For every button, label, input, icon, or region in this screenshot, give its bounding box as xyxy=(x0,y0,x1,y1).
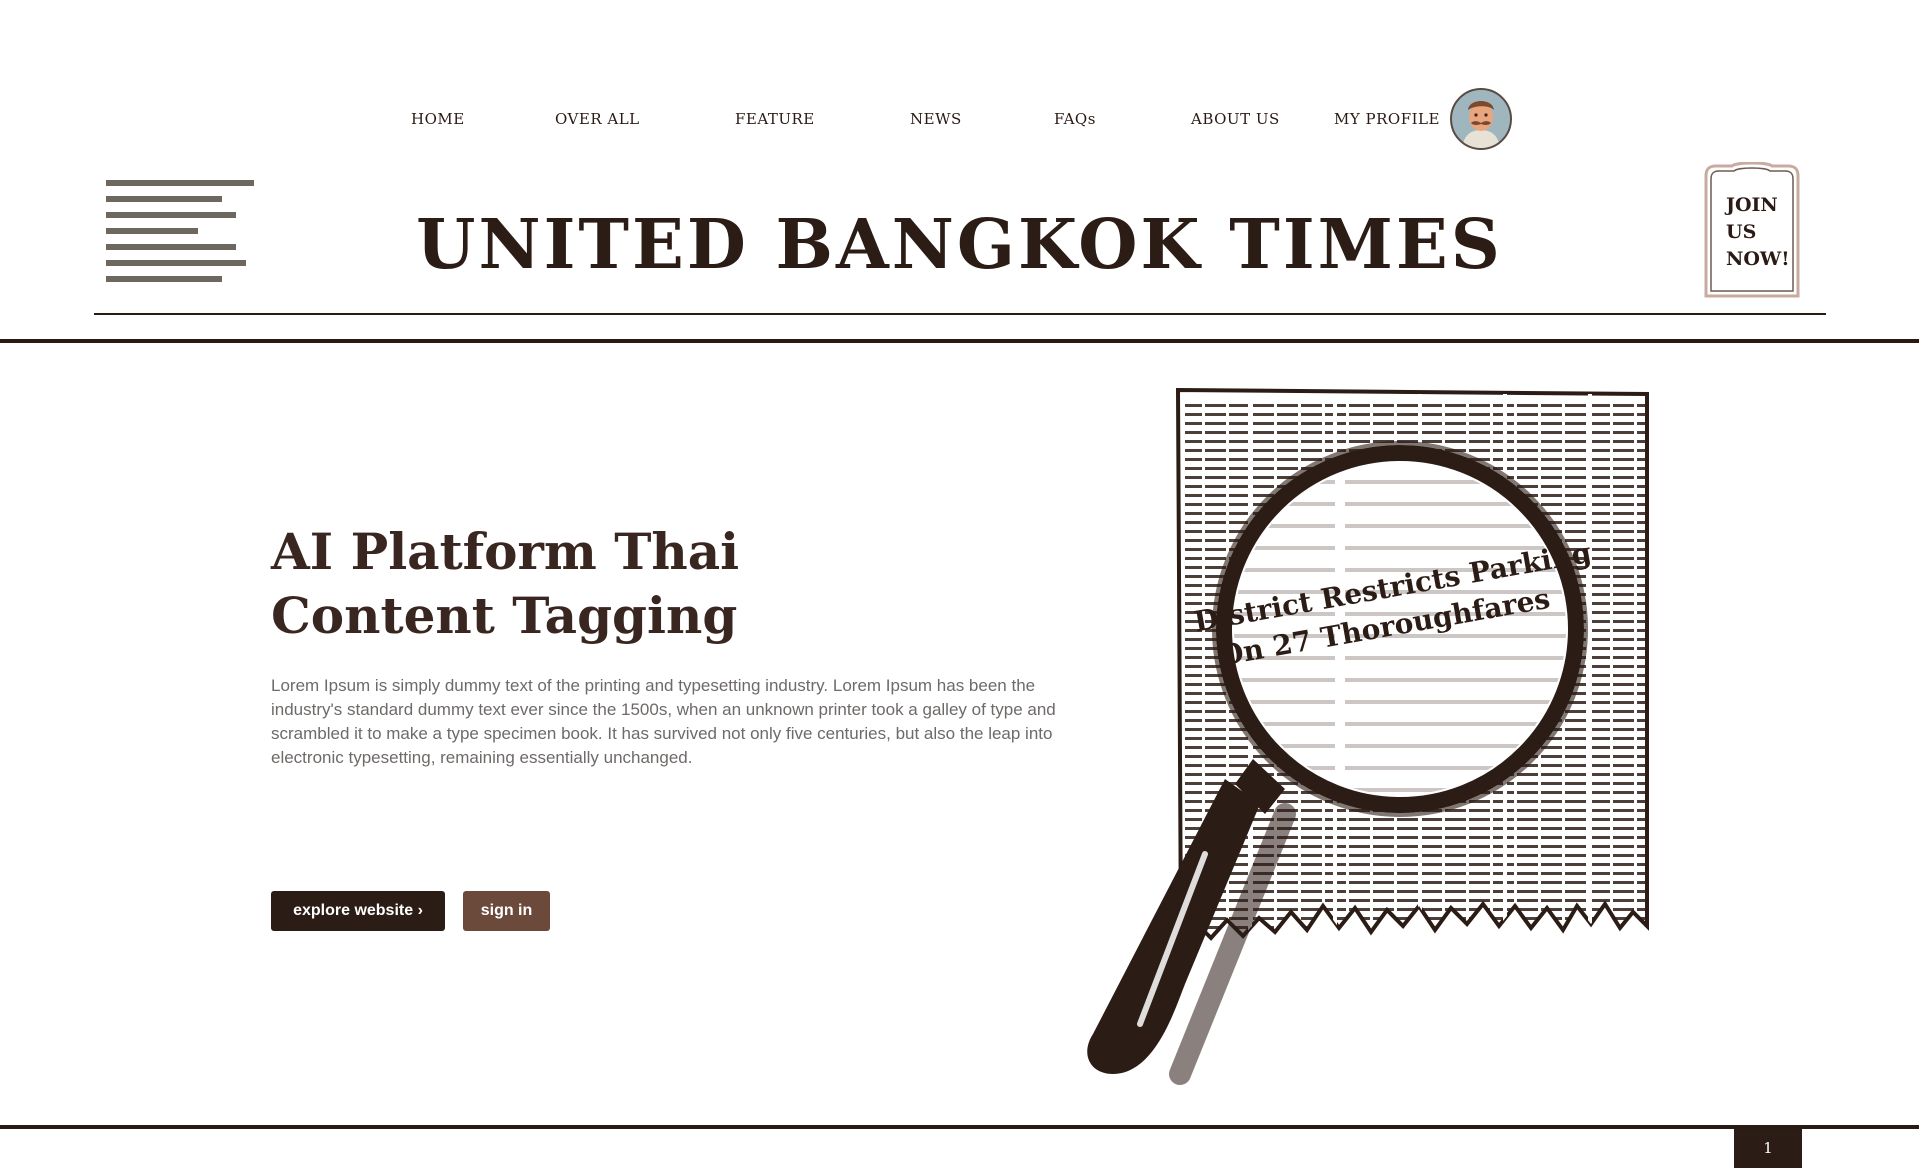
join-line-3: NOW! xyxy=(1726,248,1790,270)
nav-my-profile[interactable]: MY PROFILE xyxy=(1334,110,1440,128)
profile-avatar-icon xyxy=(1452,90,1510,148)
masthead-rule xyxy=(94,313,1826,315)
nav-news[interactable]: NEWS xyxy=(910,110,962,128)
menu-bar xyxy=(106,180,254,186)
avatar[interactable] xyxy=(1450,88,1512,150)
nav-home[interactable]: HOME xyxy=(411,110,465,128)
magnifying-glass-icon: District Restricts Parking On 27 Thoroug… xyxy=(1087,387,1649,1085)
footer-divider xyxy=(0,1125,1919,1129)
page-number[interactable]: 1 xyxy=(1734,1129,1802,1168)
nav-about-us[interactable]: ABOUT US xyxy=(1191,110,1280,128)
nav-feature[interactable]: FEATURE xyxy=(735,110,815,128)
hero-description: Lorem Ipsum is simply dummy text of the … xyxy=(271,676,1056,767)
join-line-1: JOIN xyxy=(1726,194,1778,216)
site-title: UNITED BANGKOK TIMES xyxy=(416,205,1503,285)
nav-faqs[interactable]: FAQs xyxy=(1054,110,1096,128)
explore-website-button[interactable]: explore website › xyxy=(271,891,445,931)
join-us-button[interactable]: JOIN US NOW! xyxy=(1704,162,1800,298)
header-divider xyxy=(0,339,1919,343)
hero-title: AI Platform Thai Content Tagging xyxy=(271,522,740,645)
newspaper-magnifier-illustration: District Restricts Parking On 27 Thoroug… xyxy=(1085,384,1660,1090)
top-navigation: HOME OVER ALL FEATURE NEWS FAQs ABOUT US… xyxy=(0,86,1919,150)
join-line-2: US xyxy=(1726,221,1757,243)
nav-over-all[interactable]: OVER ALL xyxy=(555,110,640,128)
menu-bar xyxy=(106,196,222,202)
sign-in-button[interactable]: sign in xyxy=(463,891,550,931)
